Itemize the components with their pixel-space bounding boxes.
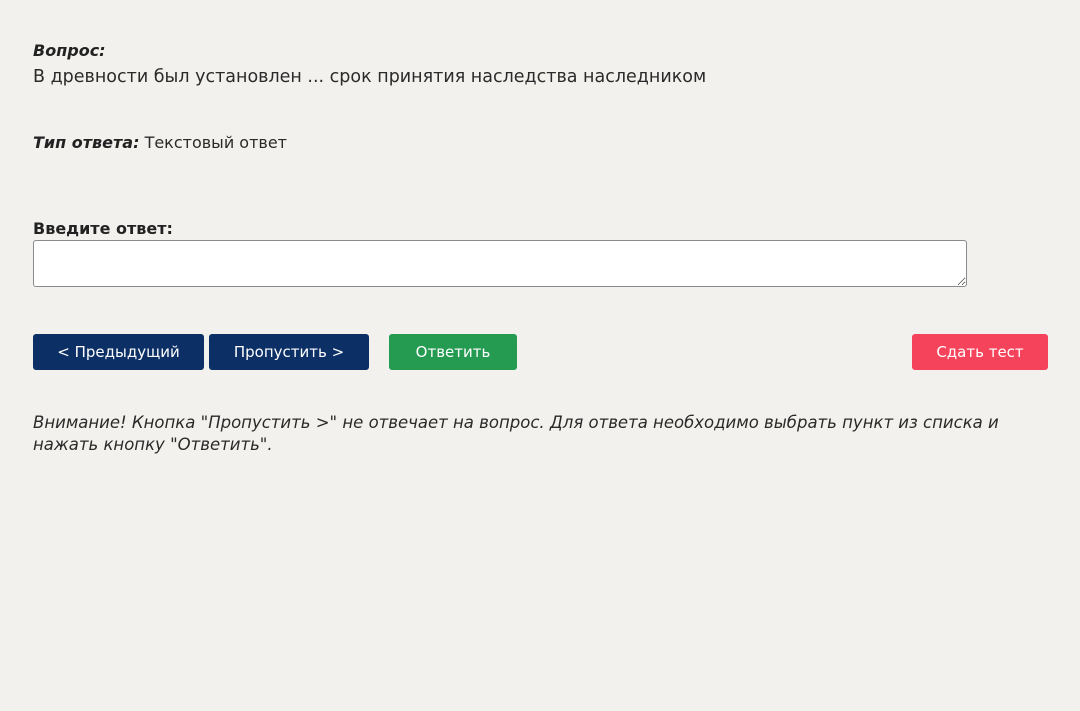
answer-input[interactable] <box>33 240 967 287</box>
question-label: Вопрос: <box>33 41 106 60</box>
answer-input-label: Введите ответ: <box>33 219 173 238</box>
answer-type-label: Тип ответа: <box>33 133 140 152</box>
question-text: В древности был установлен ... срок прин… <box>33 67 707 87</box>
previous-button[interactable]: < Предыдущий <box>33 334 204 370</box>
skip-button[interactable]: Пропустить > <box>209 334 369 370</box>
answer-type-value: Текстовый ответ <box>144 133 287 152</box>
answer-type-row: Тип ответа: Текстовый ответ <box>33 133 287 152</box>
submit-test-button[interactable]: Сдать тест <box>912 334 1048 370</box>
warning-note: Внимание! Кнопка "Пропустить >" не отвеч… <box>33 413 999 454</box>
answer-button[interactable]: Ответить <box>389 334 517 370</box>
